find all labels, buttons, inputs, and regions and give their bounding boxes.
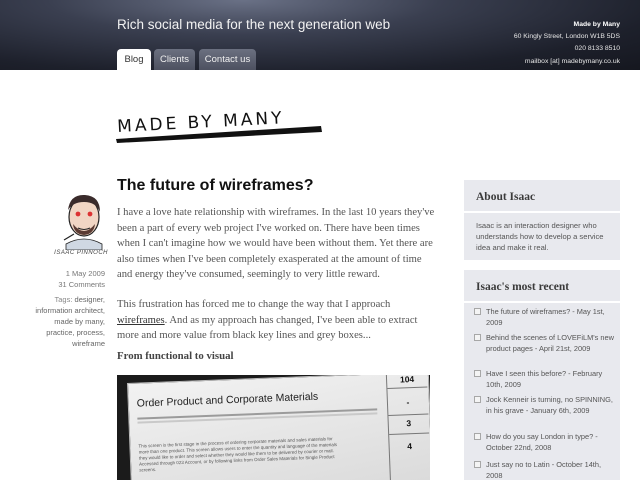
recent-post-link[interactable]: Jock Kenneir is turning, no SPINNING, in…	[486, 394, 617, 416]
recent-post-link[interactable]: How do you say London in type? - October…	[486, 431, 617, 453]
recent-post-link[interactable]: Just say no to Latin - October 14th, 200…	[486, 459, 617, 481]
post-title[interactable]: The future of wireframes?	[117, 177, 313, 195]
checkbox-icon	[474, 308, 481, 315]
site-header: Rich social media for the next generatio…	[0, 0, 640, 70]
paper-text: This screen is the first stage in the pr…	[138, 436, 338, 473]
recent-post-link[interactable]: Have I seen this before? - February 10th…	[486, 368, 617, 390]
comments-link[interactable]: 31 Comments	[58, 280, 105, 289]
paper-dash: -	[406, 397, 410, 408]
post-tags: Tags: designer, information architect, m…	[22, 294, 105, 349]
paragraph-text: This frustration has forced me to change…	[117, 299, 391, 310]
paper-number: 104	[399, 375, 415, 385]
recent-post-item[interactable]: Behind the scenes of LOVEFiLM's new prod…	[474, 332, 617, 354]
post-subheading: From functional to visual	[117, 350, 234, 362]
tab-clients[interactable]: Clients	[154, 49, 195, 70]
tab-blog[interactable]: Blog	[117, 49, 151, 70]
wireframe-paper: Order Product and Corporate Materials Th…	[127, 375, 430, 480]
tag-link[interactable]: practice,	[46, 328, 74, 337]
recent-post-item[interactable]: Jock Kenneir is turning, no SPINNING, in…	[474, 394, 617, 416]
recent-post-item[interactable]: Just say no to Latin - October 14th, 200…	[474, 459, 617, 481]
contact-org: Made by Many	[573, 21, 620, 28]
author-name[interactable]: ISAAC PINNOCH	[42, 250, 108, 256]
recent-post-link[interactable]: The future of wireframes? - May 1st, 200…	[486, 306, 617, 328]
box-divider	[464, 211, 620, 213]
about-title: About Isaac	[476, 191, 536, 203]
contact-details: Made by Many 60 Kingly Street, London W1…	[514, 19, 620, 68]
site-tagline: Rich social media for the next generatio…	[117, 17, 391, 32]
tag-link[interactable]: wireframe	[72, 339, 105, 348]
about-box: About Isaac Isaac is an interaction desi…	[464, 180, 620, 260]
paper-number-column: 104 - 3 4	[385, 375, 430, 480]
made-by-many-logo[interactable]: MADE BY MANY	[113, 100, 328, 145]
wireframes-link[interactable]: wireframes	[117, 315, 165, 326]
paper-title: Order Product and Corporate Materials	[136, 390, 319, 410]
checkbox-icon	[474, 396, 481, 403]
tag-link[interactable]: made by many,	[54, 317, 105, 326]
tag-link[interactable]: information architect,	[35, 306, 105, 315]
recent-post-item[interactable]: The future of wireframes? - May 1st, 200…	[474, 306, 617, 328]
post-paragraph: I have a love hate relationship with wir…	[117, 207, 435, 280]
checkbox-icon	[474, 461, 481, 468]
recent-post-item[interactable]: How do you say London in type? - October…	[474, 431, 617, 453]
checkbox-icon	[474, 334, 481, 341]
recent-post-link[interactable]: Behind the scenes of LOVEFiLM's new prod…	[486, 332, 617, 354]
tab-contact-us[interactable]: Contact us	[199, 49, 256, 70]
paper-number: 3	[406, 418, 412, 429]
recent-title: Isaac's most recent	[476, 281, 570, 293]
contact-phone: 020 8133 8510	[574, 45, 620, 53]
checkbox-icon	[474, 433, 481, 440]
contact-email[interactable]: mailbox [at] madebymany.co.uk	[514, 56, 620, 68]
contact-address: 60 Kingly Street, London W1B 5DS	[513, 33, 620, 41]
tag-link[interactable]: process,	[77, 328, 105, 337]
tags-label: Tags:	[54, 295, 73, 304]
checkbox-icon	[474, 370, 481, 377]
about-text: Isaac is an interaction designer who und…	[476, 221, 604, 253]
author-avatar[interactable]	[58, 190, 108, 250]
tag-link[interactable]: designer,	[75, 295, 105, 304]
paper-number: 4	[407, 441, 413, 452]
wireframe-photo: Order Product and Corporate Materials Th…	[117, 375, 430, 480]
recent-posts-box: Isaac's most recent The future of wirefr…	[464, 270, 620, 480]
box-divider	[464, 301, 620, 303]
post-paragraph: This frustration has forced me to change…	[117, 297, 439, 344]
recent-post-item[interactable]: Have I seen this before? - February 10th…	[474, 368, 617, 390]
post-date: 1 May 2009	[65, 269, 105, 278]
